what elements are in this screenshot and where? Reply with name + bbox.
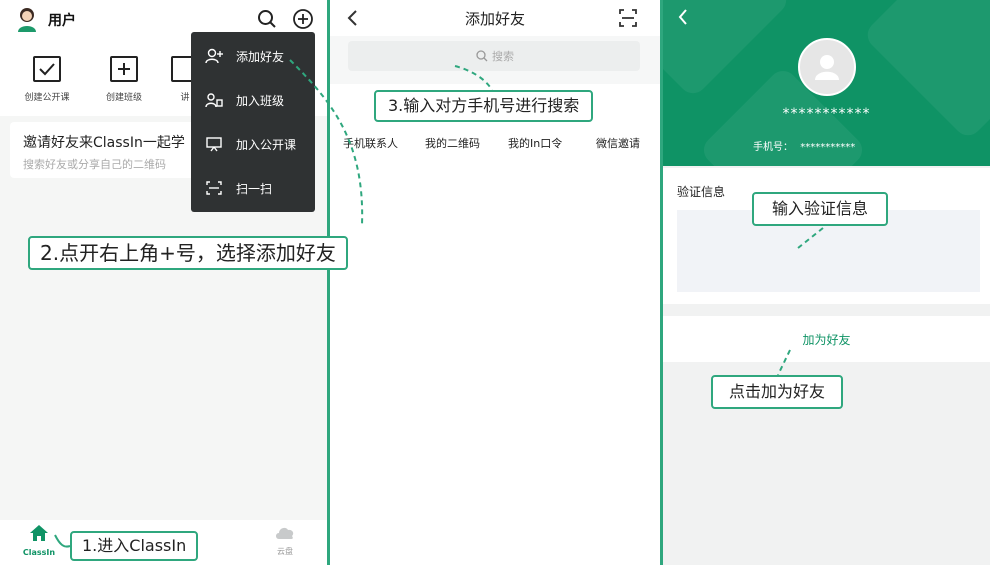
callout-step2: 2.点开右上角+号，选择添加好友 [28,236,348,270]
callout-step1: 1.进入ClassIn [70,531,199,561]
guide-lines [54,59,824,548]
callout-verify: 输入验证信息 [752,192,889,226]
callout-step3: 3.输入对方手机号进行搜索 [374,90,594,122]
callout-add: 点击加为好友 [711,375,844,409]
